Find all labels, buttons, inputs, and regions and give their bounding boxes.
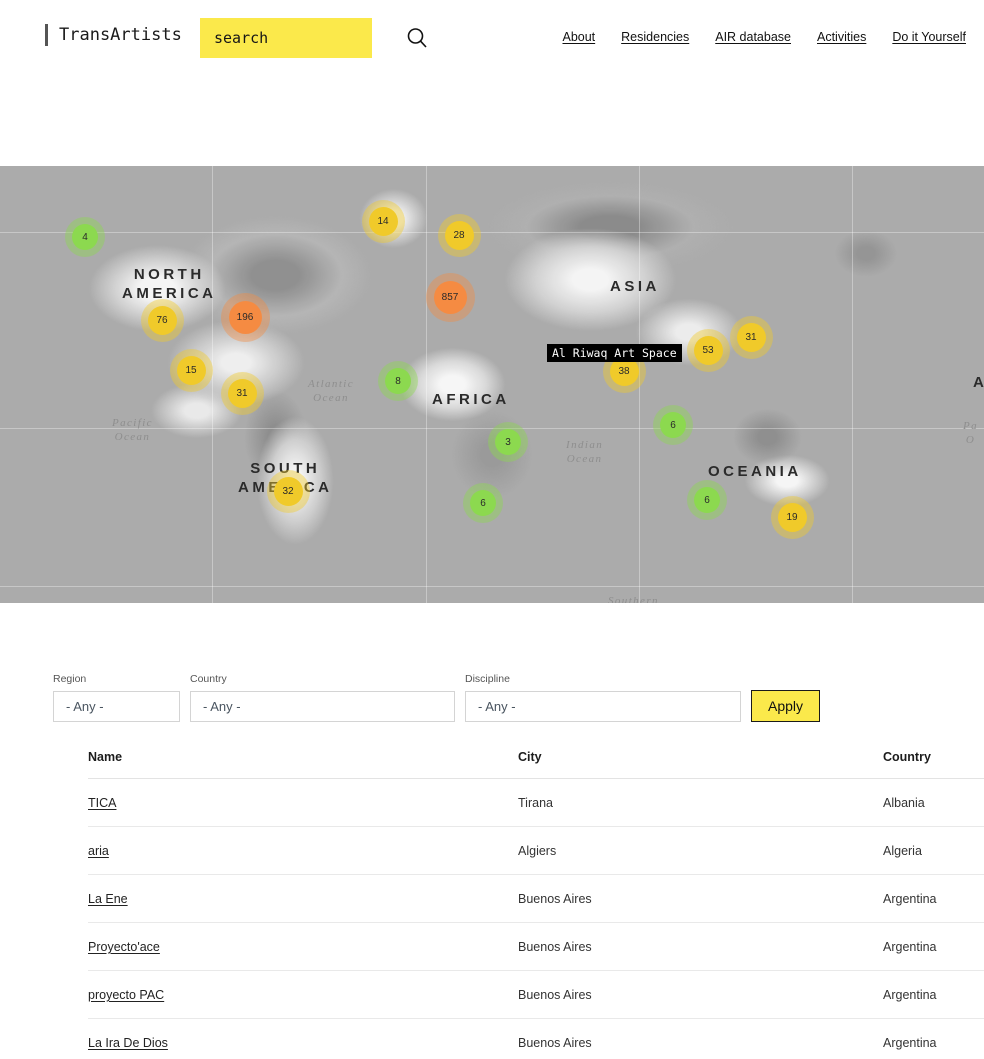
ocean-label: Indian Ocean xyxy=(566,439,604,466)
nav-item-do-it-yourself[interactable]: Do it Yourself xyxy=(892,30,966,44)
cell-country: Argentina xyxy=(883,1018,984,1059)
filter-country: Country - Any - xyxy=(190,673,455,722)
filter-discipline: Discipline - Any - xyxy=(465,673,741,722)
cell-city: Buenos Aires xyxy=(518,1018,883,1059)
cell-name: La Ira De Dios xyxy=(88,1018,518,1059)
results-table-wrapper: Name City Country TICA Tirana Albania aria A… xyxy=(18,722,984,1059)
graticule-line xyxy=(852,166,853,603)
cell-country: Albania xyxy=(883,778,984,827)
filter-region: Region - Any - xyxy=(53,673,180,722)
brand[interactable]: TransArtists xyxy=(45,24,182,46)
ocean-label: Pacific Ocean xyxy=(112,417,153,444)
column-header-name[interactable]: Name xyxy=(88,742,518,779)
results-table: Name City Country TICA Tirana Albania aria A… xyxy=(88,742,984,1059)
page-content: Region - Any - Country - Any - Disciplin… xyxy=(0,603,984,1059)
search-input[interactable] xyxy=(214,29,405,47)
residency-link[interactable]: Proyecto'ace xyxy=(88,940,160,954)
cell-country: Argentina xyxy=(883,874,984,923)
cell-city: Tirana xyxy=(518,778,883,827)
graticule-line xyxy=(639,166,640,603)
map-cluster-marker[interactable]: 76 xyxy=(147,305,177,335)
cell-name: La Ene xyxy=(88,874,518,923)
map-cluster-marker[interactable]: 6 xyxy=(470,490,496,516)
world-map[interactable]: NORTH AMERICAASIAAFRICASOUTH AMERICAOCEA… xyxy=(0,166,984,603)
table-row: La Ene Buenos Aires Argentina xyxy=(88,874,984,923)
table-row: Proyecto'ace Buenos Aires Argentina xyxy=(88,922,984,971)
map-cluster-marker[interactable]: 196 xyxy=(228,300,262,334)
continent-label: A xyxy=(973,374,984,391)
map-cluster-marker[interactable]: 8 xyxy=(385,368,411,394)
filter-region-label: Region xyxy=(53,673,87,685)
residency-link[interactable]: aria xyxy=(88,844,109,858)
map-tooltip: Al Riwaq Art Space xyxy=(547,344,682,362)
column-header-city[interactable]: City xyxy=(518,742,883,779)
residency-link[interactable]: proyecto PAC xyxy=(88,988,164,1002)
filter-country-label: Country xyxy=(190,673,227,685)
cell-city: Buenos Aires xyxy=(518,970,883,1019)
apply-button[interactable]: Apply xyxy=(751,690,821,722)
graticule-line xyxy=(426,166,427,603)
continent-label: NORTH AMERICA xyxy=(122,266,217,302)
cell-country: Algeria xyxy=(883,826,984,875)
ocean-label: Southern xyxy=(608,595,659,603)
filter-region-select[interactable]: - Any - xyxy=(53,691,180,722)
graticule-line xyxy=(0,586,984,587)
residency-link[interactable]: La Ene xyxy=(88,892,128,906)
map-cluster-marker[interactable]: 53 xyxy=(693,335,723,365)
map-cluster-marker[interactable]: 32 xyxy=(273,476,303,506)
page-header: TransArtists About Residencies AIR datab… xyxy=(0,0,984,166)
nav-item-activities[interactable]: Activities xyxy=(817,30,866,44)
cell-name: aria xyxy=(88,826,518,875)
graticule-line xyxy=(212,166,213,603)
table-body: TICA Tirana Albania aria Algiers Algeria La En… xyxy=(88,778,984,1059)
cell-name: TICA xyxy=(88,778,518,827)
residency-link[interactable]: La Ira De Dios xyxy=(88,1036,168,1050)
nav-item-about[interactable]: About xyxy=(562,30,595,44)
table-header-row: Name City Country xyxy=(88,742,984,779)
map-cluster-marker[interactable]: 15 xyxy=(176,355,206,385)
map-cluster-marker[interactable]: 28 xyxy=(444,220,474,250)
filter-bar: Region - Any - Country - Any - Disciplin… xyxy=(18,603,966,722)
search-icon[interactable] xyxy=(405,26,429,50)
map-cluster-marker[interactable]: 19 xyxy=(777,502,807,532)
cell-name: proyecto PAC xyxy=(88,970,518,1019)
table-row: La Ira De Dios Buenos Aires Argentina xyxy=(88,1018,984,1059)
ocean-label: Pa O xyxy=(963,420,979,447)
map-cluster-marker[interactable]: 14 xyxy=(368,206,398,236)
table-row: aria Algiers Algeria xyxy=(88,826,984,875)
search-box[interactable] xyxy=(200,18,427,58)
map-cluster-marker[interactable]: 6 xyxy=(694,487,720,513)
graticule-line xyxy=(0,232,984,233)
continent-label: OCEANIA xyxy=(708,463,802,480)
continent-label: AFRICA xyxy=(432,391,510,408)
cell-city: Algiers xyxy=(518,826,883,875)
filter-country-select[interactable]: - Any - xyxy=(190,691,455,722)
cell-city: Buenos Aires xyxy=(518,874,883,923)
brand-name: TransArtists xyxy=(59,25,182,45)
continent-label: ASIA xyxy=(610,278,660,295)
map-cluster-marker[interactable]: 857 xyxy=(433,280,467,314)
map-cluster-marker[interactable]: 31 xyxy=(227,378,257,408)
nav-item-air-database[interactable]: AIR database xyxy=(715,30,791,44)
cell-country: Argentina xyxy=(883,970,984,1019)
brand-divider-icon xyxy=(45,24,48,46)
map-cluster-marker[interactable]: 6 xyxy=(660,412,686,438)
main-navigation: About Residencies AIR database Activitie… xyxy=(562,30,966,44)
cell-country: Argentina xyxy=(883,922,984,971)
cell-city: Buenos Aires xyxy=(518,922,883,971)
map-cluster-marker[interactable]: 4 xyxy=(72,224,98,250)
map-cluster-marker[interactable]: 3 xyxy=(495,429,521,455)
column-header-country[interactable]: Country xyxy=(883,742,984,779)
cell-name: Proyecto'ace xyxy=(88,922,518,971)
table-row: TICA Tirana Albania xyxy=(88,778,984,827)
residency-link[interactable]: TICA xyxy=(88,796,116,810)
nav-item-residencies[interactable]: Residencies xyxy=(621,30,689,44)
filter-discipline-label: Discipline xyxy=(465,673,510,685)
map-cluster-marker[interactable]: 31 xyxy=(736,322,766,352)
ocean-label: Atlantic Ocean xyxy=(308,378,355,405)
table-row: proyecto PAC Buenos Aires Argentina xyxy=(88,970,984,1019)
filter-discipline-select[interactable]: - Any - xyxy=(465,691,741,722)
